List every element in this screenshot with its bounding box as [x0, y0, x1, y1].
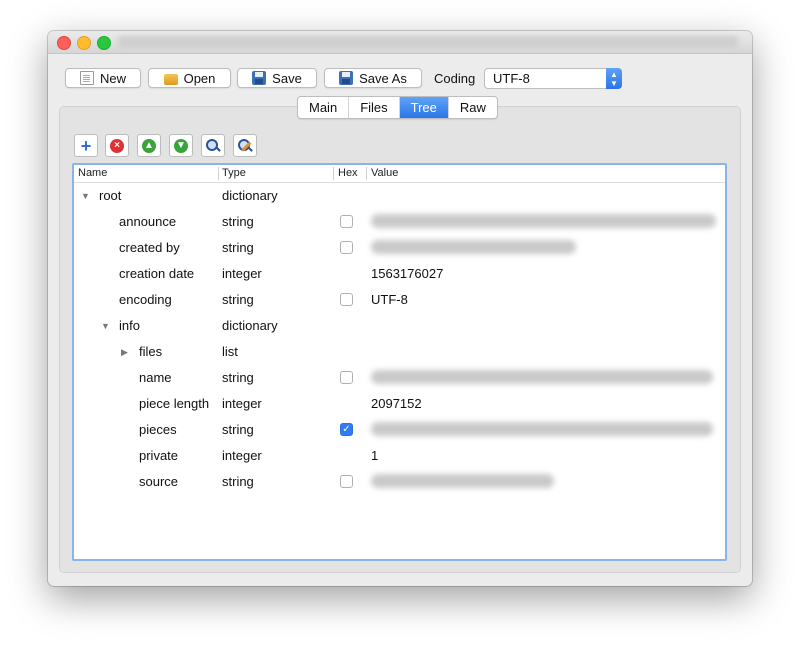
node-type: string	[222, 240, 254, 255]
node-value: UTF-8	[371, 292, 408, 307]
move-up-button[interactable]: ▲	[137, 134, 161, 157]
node-name: created by	[119, 240, 180, 255]
disclosure-expanded-icon[interactable]: ▼	[101, 321, 110, 331]
node-type: integer	[222, 266, 262, 281]
node-name: files	[139, 344, 163, 359]
node-name: root	[99, 188, 122, 203]
coding-label: Coding	[434, 71, 476, 86]
new-button-label: New	[99, 70, 126, 86]
save-button[interactable]: Save	[237, 68, 317, 88]
tree-row[interactable]: name string	[74, 365, 725, 391]
redacted-value	[371, 370, 713, 384]
node-type: string	[222, 422, 254, 437]
tree-row[interactable]: announce string	[74, 209, 725, 235]
node-type: list	[222, 344, 238, 359]
column-header-type[interactable]: Type	[222, 167, 246, 181]
save-button-label: Save	[272, 70, 302, 86]
tree-row[interactable]: source string	[74, 469, 725, 495]
tree-row[interactable]: encoding string UTF-8	[74, 287, 725, 313]
add-icon: +	[80, 135, 92, 156]
tab-main[interactable]: Main	[298, 97, 350, 118]
hex-checkbox[interactable]	[340, 215, 353, 228]
move-down-icon: ▼	[174, 138, 188, 153]
hex-checkbox-checked[interactable]: ✓	[340, 423, 353, 436]
new-document-icon	[79, 71, 94, 85]
redacted-value	[371, 422, 713, 436]
tree-row[interactable]: ▼ root dictionary	[74, 183, 725, 209]
column-header-value[interactable]: Value	[371, 167, 398, 181]
tab-raw[interactable]: Raw	[449, 97, 497, 118]
node-type: string	[222, 214, 254, 229]
column-header-name[interactable]: Name	[78, 167, 107, 181]
node-name: source	[139, 474, 179, 489]
maximize-window-button[interactable]	[97, 36, 111, 50]
hex-checkbox[interactable]	[340, 293, 353, 306]
tab-tree[interactable]: Tree	[399, 97, 449, 118]
open-button[interactable]: Open	[148, 68, 231, 88]
node-type: string	[222, 292, 254, 307]
redacted-value	[371, 474, 554, 488]
node-type: integer	[222, 448, 262, 463]
search-icon	[206, 138, 221, 153]
node-name: info	[119, 318, 140, 333]
node-name: encoding	[119, 292, 172, 307]
redacted-value	[371, 214, 716, 228]
minimize-window-button[interactable]	[77, 36, 91, 50]
remove-node-button[interactable]: ×	[105, 134, 129, 157]
window-title-redacted	[118, 36, 738, 48]
new-button[interactable]: New	[65, 68, 141, 88]
tree-row[interactable]: pieces string ✓	[74, 417, 725, 443]
node-value: 1563176027	[371, 266, 444, 281]
node-value: 1	[371, 448, 379, 463]
node-name: pieces	[139, 422, 177, 437]
tree-row[interactable]: ▶ files list	[74, 339, 725, 365]
tree-row[interactable]: ▼ info dictionary	[74, 313, 725, 339]
coding-select-value: UTF-8	[493, 71, 530, 86]
tree-view[interactable]: Name Type Hex Value ▼ root dictionary an…	[72, 163, 727, 561]
save-as-button-label: Save As	[359, 70, 407, 86]
tree-row[interactable]: piece length integer 2097152	[74, 391, 725, 417]
save-as-button[interactable]: Save As	[324, 68, 422, 88]
redacted-value	[371, 240, 576, 254]
tree-row[interactable]: private integer 1	[74, 443, 725, 469]
chevron-up-down-icon: ▲ ▼	[606, 68, 622, 89]
node-name: creation date	[119, 266, 195, 281]
move-up-icon: ▲	[142, 138, 156, 153]
coding-select[interactable]: UTF-8 ▲ ▼	[484, 68, 622, 89]
node-name: piece length	[139, 396, 210, 411]
tree-header: Name Type Hex Value	[74, 165, 725, 183]
node-name: private	[139, 448, 179, 463]
node-type: dictionary	[222, 318, 278, 333]
hex-checkbox[interactable]	[340, 241, 353, 254]
floppy-disk-icon	[252, 71, 267, 85]
hex-checkbox[interactable]	[340, 371, 353, 384]
node-type: integer	[222, 396, 262, 411]
node-type: string	[222, 474, 254, 489]
open-button-label: Open	[183, 70, 216, 86]
disclosure-expanded-icon[interactable]: ▼	[81, 191, 90, 201]
search-replace-icon	[238, 138, 253, 153]
folder-icon	[163, 73, 178, 85]
hex-checkbox[interactable]	[340, 475, 353, 488]
tree-row[interactable]: created by string	[74, 235, 725, 261]
close-window-button[interactable]	[57, 36, 71, 50]
disclosure-collapsed-icon[interactable]: ▶	[121, 347, 128, 358]
app-window: New Open Save Save As Coding UTF-8 ▲ ▼ Ma…	[48, 31, 752, 586]
node-type: dictionary	[222, 188, 278, 203]
node-type: string	[222, 370, 254, 385]
tree-row[interactable]: creation date integer 1563176027	[74, 261, 725, 287]
node-name: name	[139, 370, 172, 385]
move-down-button[interactable]: ▼	[169, 134, 193, 157]
add-node-button[interactable]: +	[74, 134, 98, 157]
tab-bar: Main Files Tree Raw	[297, 96, 498, 119]
title-bar[interactable]	[48, 31, 752, 54]
node-value: 2097152	[371, 396, 422, 411]
node-name: announce	[119, 214, 177, 229]
remove-icon: ×	[110, 138, 124, 153]
find-button[interactable]	[201, 134, 225, 157]
tab-files[interactable]: Files	[349, 97, 400, 118]
column-header-hex[interactable]: Hex	[338, 167, 358, 181]
find-replace-button[interactable]	[233, 134, 257, 157]
floppy-disk-icon	[339, 71, 354, 85]
